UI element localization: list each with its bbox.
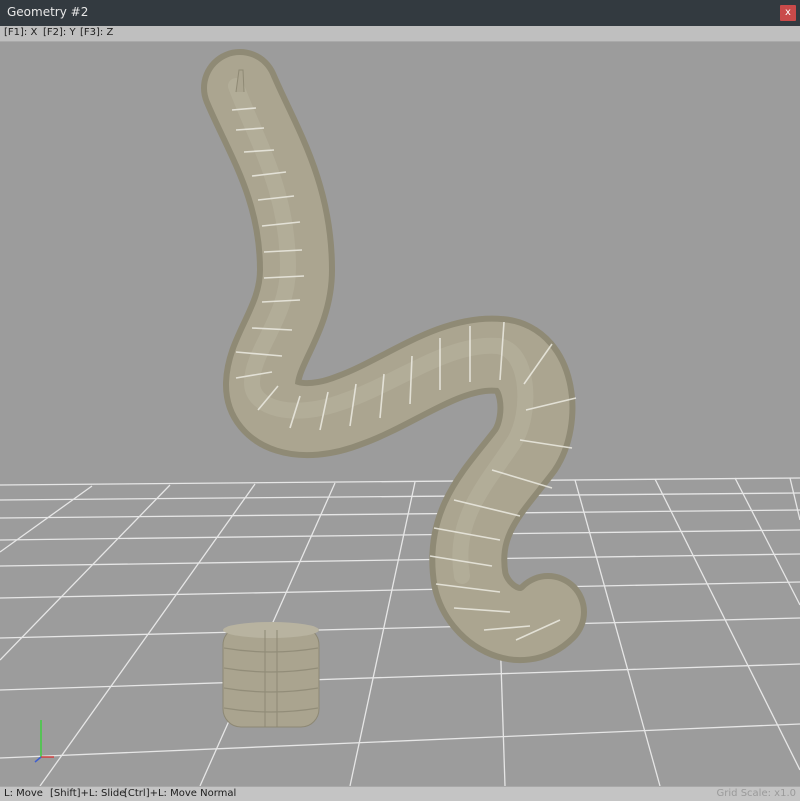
cylinder-mesh[interactable] [222, 622, 320, 728]
status-bar: L: Move [Shift]+L: Slide [Ctrl]+L: Move … [0, 786, 800, 801]
worm-mesh[interactable] [201, 49, 587, 663]
axis-y-shortcut[interactable]: [F2]: Y [43, 27, 76, 38]
hint-move-normal: [Ctrl]+L: Move Normal [124, 788, 237, 799]
window-title: Geometry #2 [7, 5, 89, 19]
title-bar: Geometry #2 x [0, 0, 800, 26]
axis-toolbar: [F1]: X [F2]: Y [F3]: Z [0, 26, 800, 42]
3d-viewport[interactable] [0, 42, 800, 786]
axis-x-shortcut[interactable]: [F1]: X [4, 27, 37, 38]
ground-grid [0, 477, 800, 786]
hint-slide: [Shift]+L: Slide [50, 788, 126, 799]
hint-move: L: Move [4, 788, 43, 799]
grid-scale-label: Grid Scale: x1.0 [716, 788, 796, 799]
viewport-canvas[interactable] [0, 42, 800, 786]
close-button[interactable]: x [780, 5, 796, 21]
axis-z-shortcut[interactable]: [F3]: Z [80, 27, 113, 38]
